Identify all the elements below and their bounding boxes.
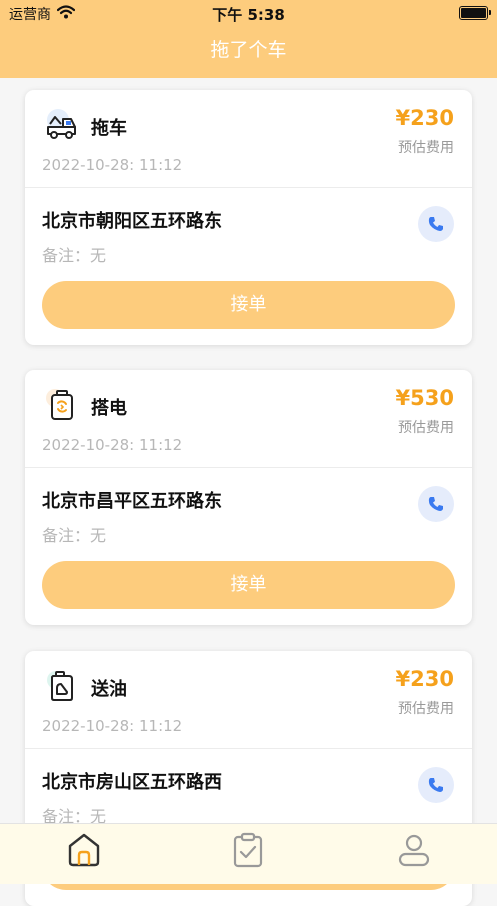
service-type: 搭电 — [91, 398, 127, 419]
address: 北京市房山区五环路西 — [42, 772, 222, 793]
service-type: 送油 — [91, 679, 127, 700]
phone-icon — [428, 217, 443, 231]
fuel-can-icon — [47, 671, 73, 701]
call-button[interactable] — [418, 767, 454, 803]
call-button[interactable] — [418, 486, 454, 522]
price-label: 预估费用 — [398, 420, 454, 436]
price: ¥230 — [395, 667, 454, 691]
divider — [25, 748, 472, 749]
tab-profile[interactable] — [396, 831, 432, 869]
order-time: 2022-10-28: 11:12 — [42, 436, 183, 454]
call-button[interactable] — [418, 206, 454, 242]
phone-icon — [428, 778, 443, 792]
address: 北京市朝阳区五环路东 — [42, 211, 222, 232]
price-label: 预估费用 — [398, 140, 454, 156]
order-card: 拖车 ¥230 预估费用 2022-10-28: 11:12 北京市朝阳区五环路… — [25, 90, 472, 345]
tab-bar — [0, 823, 497, 884]
price-label: 预估费用 — [398, 701, 454, 717]
service-type: 拖车 — [91, 118, 127, 139]
order-time: 2022-10-28: 11:12 — [42, 156, 183, 174]
order-card: 搭电 ¥530 预估费用 2022-10-28: 11:12 北京市昌平区五环路… — [25, 370, 472, 625]
status-bar: 运营商 下午 5:38 — [0, 0, 497, 26]
clipboard-check-icon — [233, 832, 263, 868]
price: ¥230 — [395, 106, 454, 130]
tab-home[interactable] — [66, 831, 102, 869]
address: 北京市昌平区五环路东 — [42, 491, 222, 512]
accept-order-button[interactable]: 接单 — [42, 281, 455, 329]
divider — [25, 187, 472, 188]
tow-truck-icon — [47, 109, 76, 139]
battery-icon — [459, 6, 491, 20]
phone-icon — [428, 497, 443, 511]
remark: 备注：无 — [42, 246, 107, 265]
remark: 备注：无 — [42, 526, 107, 545]
nav-bar: 拖了个车 — [0, 26, 497, 78]
status-time: 下午 5:38 — [212, 6, 285, 24]
home-icon — [68, 833, 100, 867]
order-time: 2022-10-28: 11:12 — [42, 717, 183, 735]
page-title: 拖了个车 — [210, 39, 287, 61]
user-icon — [398, 834, 430, 867]
tab-orders[interactable] — [230, 831, 266, 869]
battery-charge-icon — [46, 389, 73, 420]
divider — [25, 467, 472, 468]
price: ¥530 — [395, 386, 454, 410]
accept-order-button[interactable]: 接单 — [42, 561, 455, 609]
